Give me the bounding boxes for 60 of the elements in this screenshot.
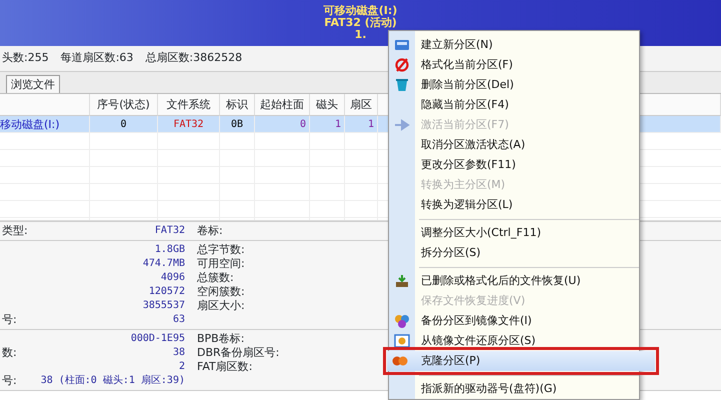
menu-item[interactable]: 转换为逻辑分区(L) — [389, 195, 639, 215]
disk-info-text: 总扇区数:3862528 — [145, 50, 242, 66]
tab[interactable]: 浏览文件 — [6, 75, 60, 93]
trash-icon — [394, 78, 410, 92]
table-cell[interactable]: 移动磁盘(I:) — [0, 116, 90, 133]
table-cell: 1 — [310, 116, 345, 133]
column-header: 扇区 — [345, 94, 378, 116]
detail-value: 000D-1E95 — [130, 332, 185, 346]
menu-item[interactable]: 取消分区激活状态(A) — [389, 135, 639, 155]
column-header: 磁头 — [310, 94, 345, 116]
menu-item[interactable]: 已删除或格式化后的文件恢复(U) — [389, 271, 639, 291]
detail-label: 卷标: — [197, 224, 224, 238]
detail-label: 类型: — [1, 224, 28, 238]
menu-item[interactable]: 从镜像文件还原分区(S) — [389, 331, 639, 351]
banner-text: 可移动磁盘(I:) — [324, 5, 398, 17]
table-cell: 0B — [220, 116, 255, 133]
detail-label: 总字节数: — [197, 243, 246, 257]
detail-value: 38 — [172, 346, 185, 360]
menu-item[interactable]: 拆分分区(S) — [389, 243, 639, 263]
table-cell: 0 — [90, 116, 158, 133]
menu-item[interactable]: 隐藏当前分区(F4) — [389, 95, 639, 115]
disk-info-text: 每道扇区数:63 — [60, 50, 134, 66]
detail-label: FAT扇区数: — [197, 360, 254, 374]
detail-label: DBR备份扇区号: — [197, 346, 280, 360]
detail-value: 63 — [172, 313, 185, 327]
detail-value: 474.7MB — [142, 257, 185, 271]
detail-label: 号: — [1, 313, 17, 327]
column-header: 标识 — [220, 94, 255, 116]
table-cell: FAT32 — [158, 116, 220, 133]
banner-text: FAT32 (活动) — [324, 17, 397, 29]
detail-value: 2 — [178, 360, 185, 374]
detail-label: 数: — [1, 346, 17, 360]
detail-label: 扇区大小: — [197, 299, 246, 313]
table-cell: 0 — [255, 116, 310, 133]
detail-value: 120572 — [148, 285, 185, 299]
detail-label: 总簇数: — [197, 271, 235, 285]
detail-label: 空闲簇数: — [197, 285, 246, 299]
menu-item[interactable]: 克隆分区(P) — [387, 351, 655, 371]
menu-item[interactable]: 删除当前分区(Del) — [389, 75, 639, 95]
menu-item[interactable]: 建立新分区(N) — [389, 35, 639, 55]
column-header: 起始柱面 — [255, 94, 310, 116]
menu-item[interactable]: 更改分区参数(F11) — [389, 155, 639, 175]
table-cell: 1 — [345, 116, 378, 133]
menu-item[interactable]: 调整分区大小(Ctrl_F11) — [389, 223, 639, 243]
banner-text: 1. — [354, 29, 366, 41]
detail-label: 可用空间: — [197, 257, 246, 271]
menu-item[interactable]: 格式化当前分区(F) — [389, 55, 639, 75]
activate-icon — [394, 118, 410, 132]
detail-value: 38 (柱面:0 磁头:1 扇区:39) — [40, 374, 185, 388]
detail-value: 4096 — [160, 271, 185, 285]
menu-item[interactable]: 备份分区到镜像文件(I) — [389, 311, 639, 331]
detail-label: 号: — [1, 374, 17, 388]
detail-label: BPB卷标: — [197, 332, 246, 346]
detail-value: FAT32 — [154, 224, 185, 238]
detail-value: 3855537 — [142, 299, 185, 313]
column-header: 序号(状态) — [90, 94, 158, 116]
column-header: 文件系统 — [158, 94, 220, 116]
menu-item[interactable]: 指派新的驱动器号(盘符)(G) — [389, 379, 639, 399]
detail-value: 1.8GB — [154, 243, 185, 257]
disk-info-text: 头数:255 — [2, 50, 49, 66]
